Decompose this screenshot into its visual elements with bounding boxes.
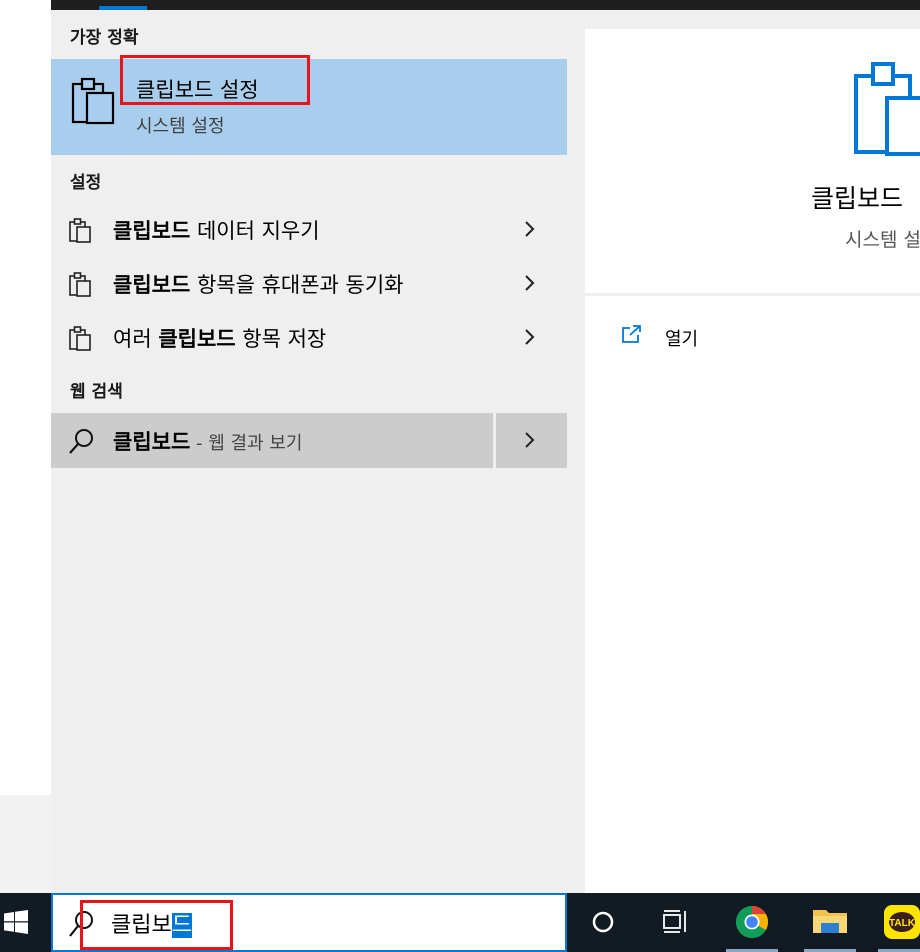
- web-search-result[interactable]: 클립보드 - 웹 결과 보기: [51, 413, 567, 468]
- chevron-right-icon[interactable]: [521, 216, 539, 242]
- setting-result-save-multiple[interactable]: 여러 클립보드 항목 저장: [51, 311, 567, 365]
- chrome-icon[interactable]: [726, 893, 778, 952]
- cortana-circle-icon: [592, 911, 614, 933]
- web-search-heading: 웹 검색: [70, 382, 123, 402]
- detail-card: 클립보드 시스템 설 열기: [585, 29, 920, 893]
- search-icon: [69, 429, 93, 454]
- setting-label: 여러 클립보드 항목 저장: [113, 327, 327, 351]
- open-label: 열기: [665, 329, 699, 350]
- clipboard-icon: [69, 218, 91, 243]
- chevron-right-icon[interactable]: [521, 427, 539, 453]
- setting-label: 클립보드 항목을 휴대폰과 동기화: [113, 273, 404, 297]
- open-external-icon: [622, 325, 641, 343]
- detail-divider: [585, 293, 920, 296]
- best-match-heading: 가장 정확: [70, 28, 139, 48]
- search-tabs-bar: [51, 0, 920, 10]
- file-explorer-icon[interactable]: [804, 893, 856, 952]
- kakaotalk-logo-icon: TALK: [884, 905, 920, 939]
- kakaotalk-icon[interactable]: TALK: [878, 893, 920, 952]
- desktop-background: [0, 0, 51, 893]
- clipboard-icon: [854, 62, 920, 156]
- chevron-right-icon[interactable]: [521, 324, 539, 350]
- windows-logo-icon: [4, 910, 28, 934]
- desktop-background-lower: [0, 795, 51, 893]
- annotation-highlight-search-text: [80, 900, 233, 950]
- task-view-icon[interactable]: [650, 893, 702, 952]
- clipboard-icon: [71, 77, 115, 125]
- clipboard-icon: [69, 326, 91, 351]
- search-results-pane: 가장 정확 클립보드 설정 시스템 설정 설정 클립보드 데이터 지우기 클립보…: [51, 10, 567, 893]
- chrome-logo-icon: [735, 905, 769, 939]
- chevron-right-icon[interactable]: [521, 270, 539, 296]
- result-detail-pane: 클립보드 시스템 설 열기: [567, 10, 920, 893]
- web-search-label: 클립보드 - 웹 결과 보기: [113, 430, 303, 454]
- cortana-icon[interactable]: [577, 893, 629, 952]
- setting-result-clear-clipboard[interactable]: 클립보드 데이터 지우기: [51, 203, 567, 257]
- clipboard-icon: [69, 272, 91, 297]
- best-match-subtitle: 시스템 설정: [136, 116, 225, 137]
- kakaotalk-label: TALK: [889, 918, 916, 929]
- detail-title: 클립보드: [811, 184, 904, 213]
- start-button[interactable]: [0, 893, 51, 952]
- folder-icon: [813, 910, 847, 933]
- setting-label: 클립보드 데이터 지우기: [113, 219, 320, 243]
- settings-heading: 설정: [70, 173, 102, 193]
- setting-result-sync-phone[interactable]: 클립보드 항목을 휴대폰과 동기화: [51, 257, 567, 311]
- annotation-highlight-best-match: [120, 55, 310, 105]
- task-view-glyph-icon: [663, 910, 686, 933]
- web-result-separator: [493, 413, 496, 468]
- detail-subtitle: 시스템 설: [845, 229, 920, 251]
